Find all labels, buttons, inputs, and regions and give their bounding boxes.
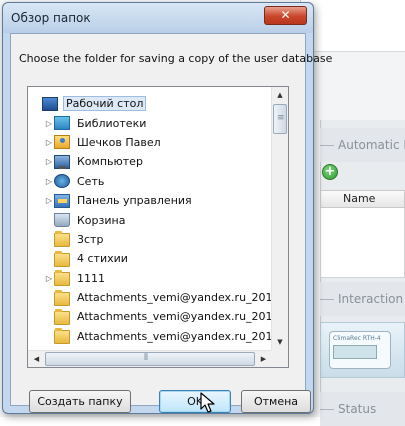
folder-icon [54,231,70,248]
ok-button[interactable]: OK [159,390,231,413]
scroll-left-icon[interactable]: ◀ [28,351,45,367]
tree-item-label: Панель управления [77,194,192,208]
cancel-button[interactable]: Отмена [241,390,311,413]
section-status: Status [320,392,405,426]
tree-item-computer[interactable]: ▷ Компьютер [28,152,273,171]
section-interaction: Interaction [320,282,405,316]
recycle-bin-icon [54,213,70,228]
folder-tree-rows: Рабочий стол ▷ Библиотеки ▷ Шечков Павел… [28,94,273,346]
tree-item-label: Библиотеки [77,116,147,130]
tree-item-label: 1111 [77,271,105,285]
tree-item-label: Attachments_vemi@yandex.ru_2014-06-19_ [77,310,273,324]
folder-tree[interactable]: Рабочий стол ▷ Библиотеки ▷ Шечков Павел… [27,86,289,368]
device-screen [333,345,377,359]
horizontal-scrollbar[interactable]: ◀ ▶ [28,350,272,367]
tree-item-control-panel[interactable]: ▷ Панель управления [28,191,273,210]
mouse-cursor-icon [200,392,215,413]
tree-item-folder[interactable]: 3стр [28,230,273,249]
folder-icon [54,270,70,287]
expand-arrow-icon[interactable]: ▷ [44,196,54,205]
scroll-right-icon[interactable]: ▶ [255,351,272,367]
tree-item-label: 3стр [77,232,104,246]
section-automatic: Automatic F [320,128,405,162]
tree-item-label: Компьютер [77,155,143,169]
table-header-name[interactable]: Name [320,190,405,208]
dialog-title: Обзор папок [11,11,91,25]
add-icon[interactable]: + [322,164,338,180]
tree-item-user[interactable]: ▷ Шечков Павел [28,133,273,152]
tree-item-label: Attachments_vemi@yandex.ru_2014-06-19_ [77,329,273,343]
tree-item-recycle-bin[interactable]: Корзина [28,210,273,229]
tree-item-label: Сеть [77,174,105,188]
dialog-client-area: Choose the folder for saving a copy of t… [10,33,332,413]
tree-item-folder[interactable]: 4 стихии [28,249,273,268]
computer-icon [54,154,70,169]
tree-item-label: 4 стихии [77,252,128,266]
expand-arrow-icon[interactable]: ▷ [44,177,54,186]
tree-item-label: Шечков Павел [77,135,161,149]
libraries-icon [54,116,70,131]
scrollbar-corner [271,350,288,367]
new-folder-button[interactable]: Создать папку [29,390,131,413]
device-preview: ClimaRec RTH-4 [320,322,405,378]
user-folder-icon [54,135,70,150]
close-button[interactable]: ✕ [264,6,307,25]
tree-item-network[interactable]: ▷ Сеть [28,172,273,191]
network-icon [54,174,70,189]
folder-icon [54,328,70,345]
folder-icon [54,289,70,306]
tree-item-folder[interactable]: Attachments_vemi@yandex.ru_2014-06-19_ [28,307,273,326]
expand-arrow-icon[interactable]: ▷ [44,274,54,283]
tree-item-folder[interactable]: Attachments_vemi@yandex.ru_2014-06-19_ [28,327,273,346]
expand-arrow-icon[interactable]: ▷ [44,157,54,166]
vertical-scrollbar[interactable]: ▲ ▼ [271,87,288,351]
tree-item-label: Рабочий стол [63,96,147,112]
desktop-icon [42,97,58,112]
tree-item-libraries[interactable]: ▷ Библиотеки [28,113,273,132]
tree-item-desktop[interactable]: Рабочий стол [28,94,273,113]
tree-item-label: Корзина [77,213,126,227]
tree-item-folder[interactable]: ▷ 1111 [28,269,273,288]
background-top-bar [300,0,405,52]
scroll-down-icon[interactable]: ▼ [272,334,288,351]
scroll-up-icon[interactable]: ▲ [272,87,288,104]
tree-item-folder[interactable]: Attachments_vemi@yandex.ru_2014-06-19_ [28,288,273,307]
tree-item-label: Attachments_vemi@yandex.ru_2014-06-19_ [77,291,273,305]
browse-folders-dialog: Обзор папок ✕ Choose the folder for savi… [2,2,332,414]
dialog-titlebar[interactable]: Обзор папок ✕ [3,3,313,33]
vertical-scroll-thumb[interactable] [273,104,287,134]
close-icon: ✕ [280,8,291,22]
expand-arrow-icon[interactable]: ▷ [44,138,54,147]
folder-icon [54,250,70,267]
control-panel-icon [54,193,70,208]
dialog-prompt: Choose the folder for saving a copy of t… [19,52,333,65]
expand-arrow-icon[interactable]: ▷ [44,119,54,128]
background-table [320,208,405,278]
device-title: ClimaRec RTH-4 [333,335,381,342]
folder-icon [54,308,70,325]
device-panel: ClimaRec RTH-4 [329,331,391,369]
horizontal-scroll-thumb[interactable] [45,352,255,366]
